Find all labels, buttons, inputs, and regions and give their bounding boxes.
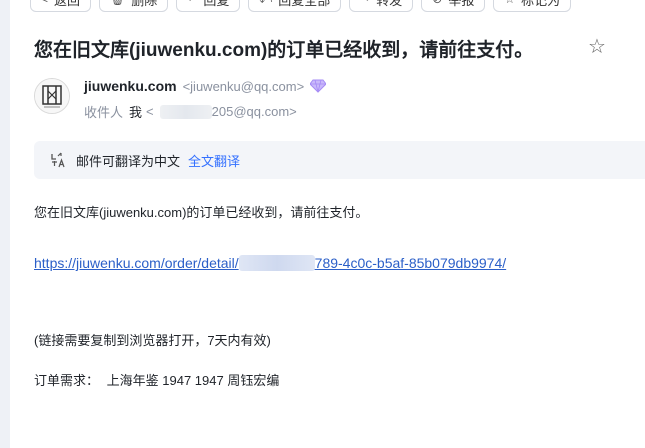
recipient-email-suffix: 205@qq.com>: [211, 104, 297, 119]
redacted-link-mask: [238, 255, 315, 271]
avatar-logo: [35, 79, 69, 113]
sender-row: jiuwenku.com <jiuwenku@qq.com>: [84, 78, 327, 94]
link-note: (链接需要复制到浏览器打开，7天内有效): [34, 333, 271, 348]
sender-email[interactable]: <jiuwenku@qq.com>: [183, 79, 305, 94]
sender-avatar[interactable]: [34, 78, 70, 114]
translate-bar: 邮件可翻译为中文 全文翻译: [34, 141, 645, 179]
order-label: 订单需求：: [34, 373, 100, 388]
translate-icon: [51, 152, 65, 168]
report-button[interactable]: ⊘ 举报: [421, 0, 486, 12]
recipient-email-prefix: <: [146, 104, 154, 119]
mail-toolbar: < 返回 🗑 删除 ↶ 回复 ⤺ 回复全部 ↷ 转发 ⊘ 举报 ☆ 标记为: [30, 0, 572, 12]
order-link-suffix[interactable]: 789-4c0c-b5af-85b079db9974/: [315, 255, 507, 271]
trash-icon: 🗑: [110, 0, 125, 6]
forward-button[interactable]: ↷ 转发: [349, 0, 414, 12]
star-outline-icon: ☆: [504, 0, 515, 6]
recipient-me[interactable]: 我: [129, 102, 142, 121]
redacted-email-mask: [159, 104, 212, 119]
star-icon[interactable]: ☆: [588, 34, 606, 59]
reply-all-label: 回复全部: [278, 0, 331, 8]
report-label: 举报: [448, 0, 475, 8]
reply-button[interactable]: ↶ 回复: [176, 0, 241, 12]
mark-as-label: 标记为: [521, 0, 561, 8]
forward-icon: ↷: [360, 0, 370, 6]
reply-all-button[interactable]: ⤺ 回复全部: [248, 0, 342, 12]
back-icon: <: [41, 0, 48, 6]
back-button[interactable]: < 返回: [30, 0, 92, 12]
recipient-row: 收件人 我 < 205@qq.com>: [84, 102, 297, 121]
vip-diamond-icon[interactable]: [310, 79, 327, 93]
order-link-row: https://jiuwenku.com/order/detail/789-4c…: [34, 255, 506, 271]
delete-label: 删除: [131, 0, 158, 8]
reply-icon: ↶: [187, 0, 197, 6]
sender-name[interactable]: jiuwenku.com: [84, 78, 177, 94]
reply-label: 回复: [203, 0, 230, 8]
email-subject: 您在旧文库(jiuwenku.com)的订单已经收到，请前往支付。: [34, 40, 534, 61]
report-icon: ⊘: [432, 0, 442, 6]
forward-label: 转发: [376, 0, 403, 8]
back-label: 返回: [54, 0, 81, 8]
mark-as-button[interactable]: ☆ 标记为: [493, 0, 572, 12]
left-panel-edge: [0, 0, 10, 448]
reply-all-icon: ⤺: [259, 0, 272, 7]
body-line-1: 您在旧文库(jiuwenku.com)的订单已经收到，请前往支付。: [34, 205, 369, 220]
order-link-prefix[interactable]: https://jiuwenku.com/order/detail/: [34, 255, 239, 271]
order-value: 上海年鉴 1947 1947 周钰宏编: [106, 373, 280, 388]
translate-text: 邮件可翻译为中文: [76, 153, 181, 169]
full-translate-link[interactable]: 全文翻译: [188, 151, 240, 170]
order-row: 订单需求： 上海年鉴 1947 1947 周钰宏编: [34, 370, 279, 389]
delete-button[interactable]: 🗑 删除: [99, 0, 169, 12]
recipient-label: 收件人: [84, 105, 124, 120]
